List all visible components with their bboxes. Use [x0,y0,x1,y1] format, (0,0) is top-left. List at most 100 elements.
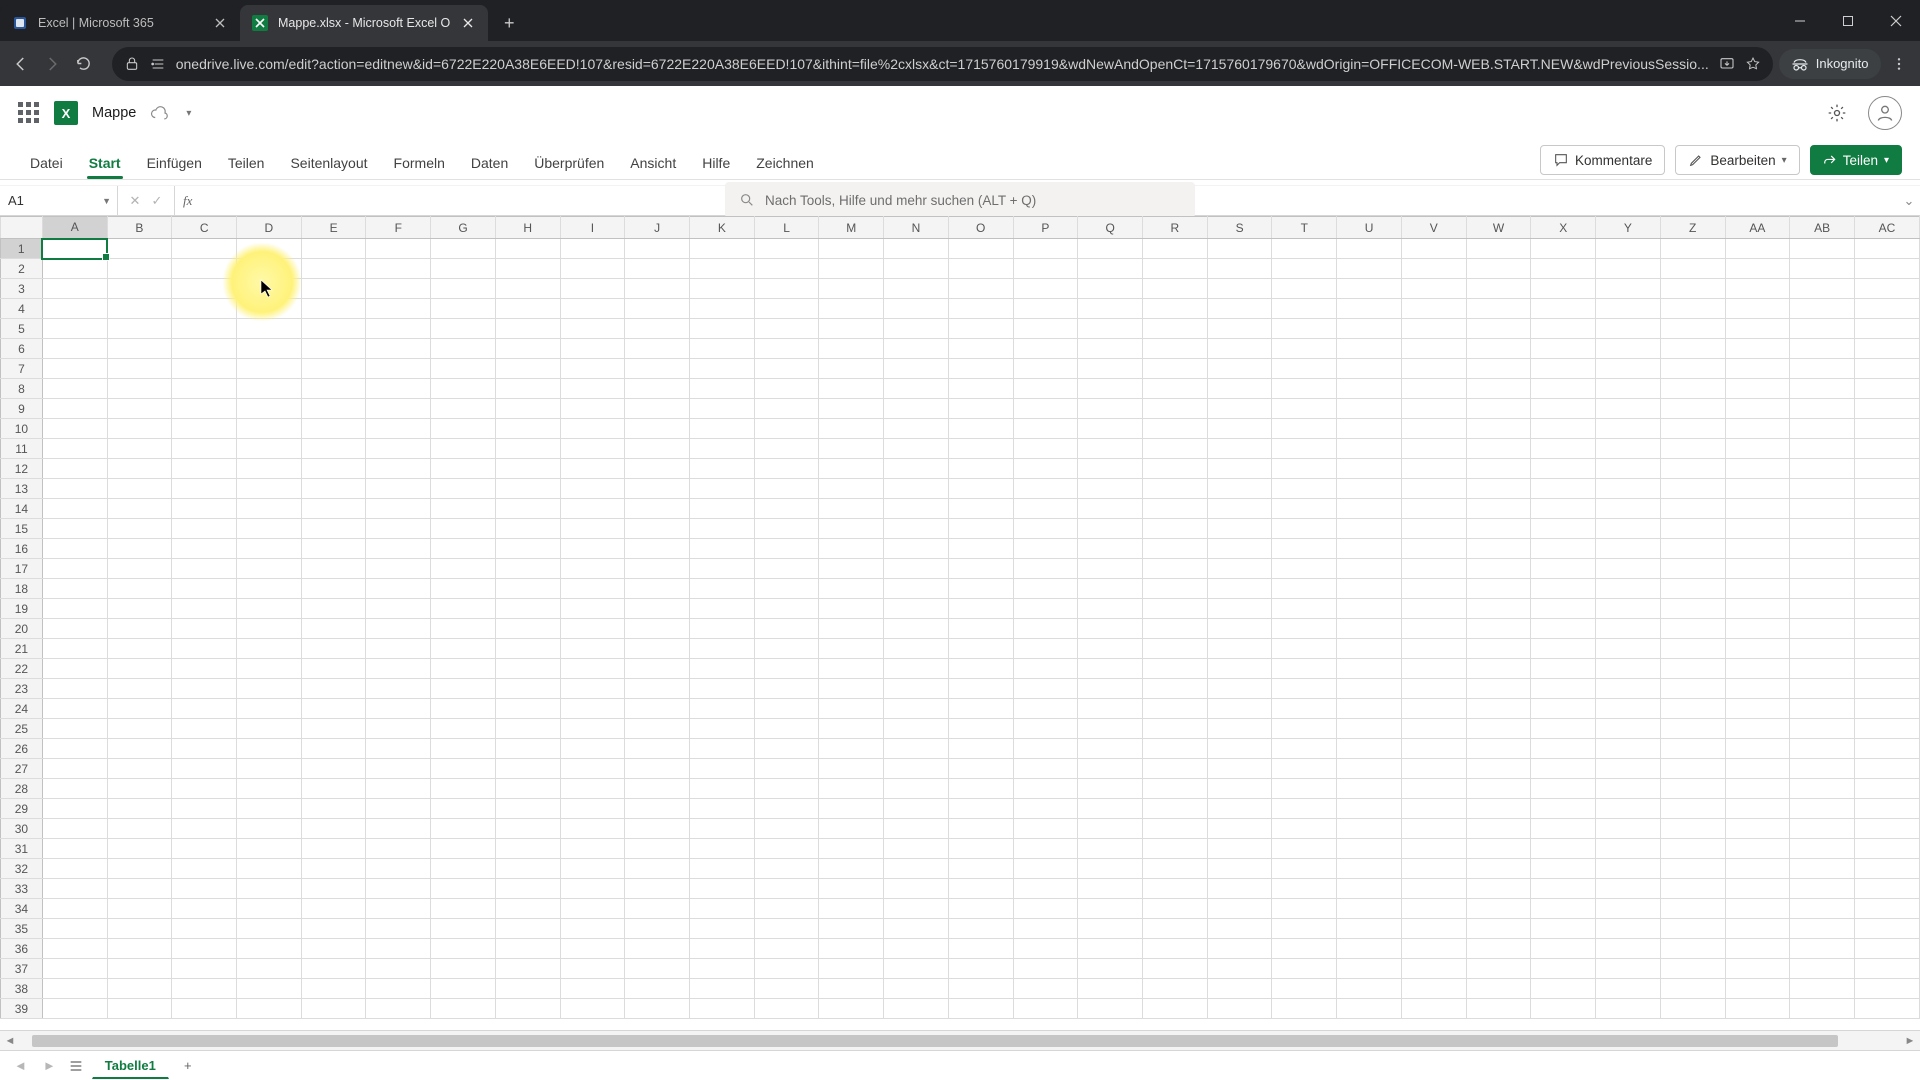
cell[interactable] [1078,659,1143,679]
cell[interactable] [1401,579,1466,599]
cell[interactable] [1531,859,1596,879]
column-header[interactable]: O [948,217,1013,239]
cell[interactable] [1855,759,1920,779]
cell[interactable] [1466,319,1531,339]
cell[interactable] [884,579,949,599]
cell[interactable] [560,539,625,559]
cell[interactable] [107,319,172,339]
cell[interactable] [625,479,690,499]
column-header[interactable]: AA [1725,217,1790,239]
cell[interactable] [819,399,884,419]
cell[interactable] [1790,399,1855,419]
cell[interactable] [1143,399,1208,419]
cell[interactable] [754,939,819,959]
cell[interactable] [754,239,819,259]
cell[interactable] [1013,759,1078,779]
cell[interactable] [42,959,107,979]
cell[interactable] [431,599,496,619]
cell[interactable] [1531,279,1596,299]
cell[interactable] [1596,319,1661,339]
cell[interactable] [1531,939,1596,959]
cell[interactable] [948,979,1013,999]
cell[interactable] [1466,859,1531,879]
cell[interactable] [1725,779,1790,799]
cell[interactable] [172,439,237,459]
cell[interactable] [1660,739,1725,759]
cell[interactable] [1466,619,1531,639]
cell[interactable] [754,719,819,739]
cell[interactable] [495,699,560,719]
cell[interactable] [42,479,107,499]
cell[interactable] [1596,499,1661,519]
cell[interactable] [1596,579,1661,599]
cell[interactable] [754,899,819,919]
cell[interactable] [1143,999,1208,1019]
cell[interactable] [495,719,560,739]
cell[interactable] [42,619,107,639]
row-header[interactable]: 8 [1,379,43,399]
cell[interactable] [625,459,690,479]
cell[interactable] [172,519,237,539]
cell[interactable] [1013,819,1078,839]
cell[interactable] [560,619,625,639]
cell[interactable] [1466,399,1531,419]
cell[interactable] [1401,239,1466,259]
cell[interactable] [1078,859,1143,879]
cell[interactable] [1013,339,1078,359]
cell[interactable] [1143,719,1208,739]
cell[interactable] [1078,899,1143,919]
cell[interactable] [1078,459,1143,479]
cell[interactable] [366,739,431,759]
cell[interactable] [431,919,496,939]
search-box[interactable]: Nach Tools, Hilfe und mehr suchen (ALT +… [725,182,1195,218]
cell[interactable] [1531,539,1596,559]
cell[interactable] [690,879,755,899]
cell[interactable] [107,719,172,739]
cell[interactable] [948,659,1013,679]
cell[interactable] [301,799,366,819]
cell[interactable] [1401,519,1466,539]
cell[interactable] [1078,359,1143,379]
cell[interactable] [1272,859,1337,879]
cell[interactable] [1596,879,1661,899]
cell[interactable] [1725,799,1790,819]
cell[interactable] [625,979,690,999]
cell[interactable] [560,719,625,739]
cell[interactable] [301,459,366,479]
sheet-tab-active[interactable]: Tabelle1 [92,1053,169,1079]
cell[interactable] [1660,259,1725,279]
cell[interactable] [1337,299,1402,319]
cell[interactable] [1013,439,1078,459]
cell[interactable] [42,859,107,879]
cell[interactable] [172,719,237,739]
cell[interactable] [560,919,625,939]
cell[interactable] [948,899,1013,919]
cell[interactable] [1272,339,1337,359]
cell[interactable] [1855,499,1920,519]
cell[interactable] [1272,459,1337,479]
cell[interactable] [1078,679,1143,699]
cell[interactable] [42,259,107,279]
cell[interactable] [560,359,625,379]
cell[interactable] [1401,399,1466,419]
cell[interactable] [1401,479,1466,499]
column-header[interactable]: U [1337,217,1402,239]
cell[interactable] [560,559,625,579]
cell[interactable] [1143,579,1208,599]
cell[interactable] [1596,279,1661,299]
cell[interactable] [1207,839,1272,859]
cell[interactable] [1272,519,1337,539]
cell[interactable] [1660,319,1725,339]
cell[interactable] [301,559,366,579]
row-header[interactable]: 24 [1,699,43,719]
cell[interactable] [431,439,496,459]
cell[interactable] [1855,699,1920,719]
cell[interactable] [560,459,625,479]
cell[interactable] [1790,779,1855,799]
cell[interactable] [107,839,172,859]
cell[interactable] [1466,819,1531,839]
cell[interactable] [690,239,755,259]
cell[interactable] [1143,899,1208,919]
cell[interactable] [1337,499,1402,519]
cell[interactable] [1013,979,1078,999]
